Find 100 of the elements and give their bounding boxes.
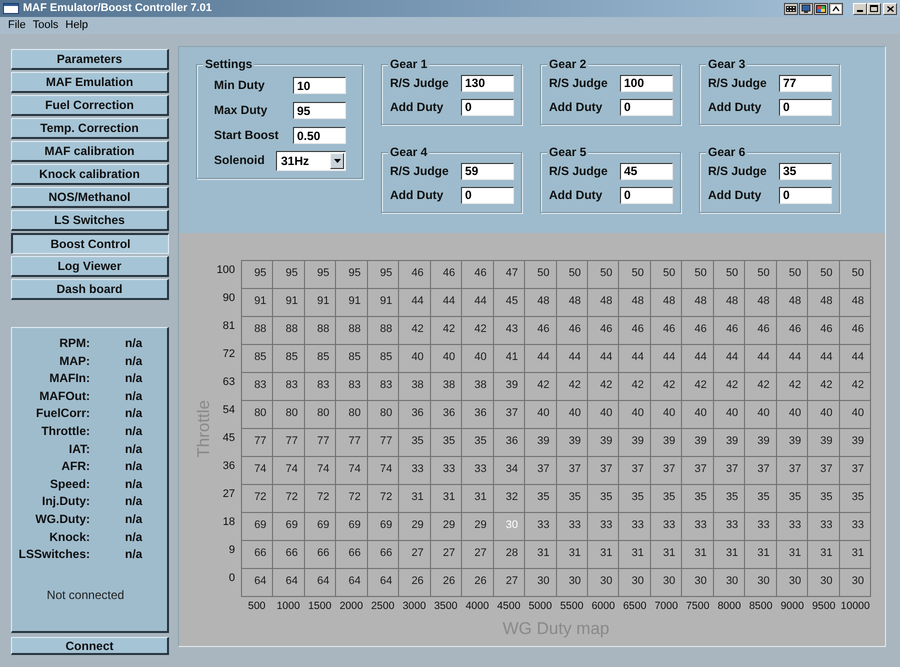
map-cell[interactable]: 40 xyxy=(714,401,746,429)
map-cell[interactable]: 33 xyxy=(650,513,682,541)
map-cell[interactable]: 44 xyxy=(399,289,431,317)
map-cell[interactable]: 37 xyxy=(840,457,871,485)
map-cell[interactable]: 42 xyxy=(682,373,714,401)
map-cell[interactable]: 31 xyxy=(840,541,871,569)
map-cell[interactable]: 72 xyxy=(336,485,368,513)
dropdown[interactable]: 31Hz xyxy=(276,150,346,170)
map-cell[interactable]: 31 xyxy=(399,485,431,513)
map-cell[interactable]: 30 xyxy=(745,569,777,597)
map-cell[interactable]: 35 xyxy=(714,485,746,513)
map-cell[interactable]: 64 xyxy=(336,569,368,597)
map-cell[interactable]: 83 xyxy=(273,373,305,401)
map-cell[interactable]: 31 xyxy=(776,541,808,569)
map-cell[interactable]: 83 xyxy=(368,373,400,401)
map-cell[interactable]: 30 xyxy=(808,569,840,597)
map-cell[interactable]: 39 xyxy=(808,429,840,457)
nav-button[interactable]: Boost Control xyxy=(11,233,169,254)
input-field[interactable]: 0.50 xyxy=(293,127,346,144)
map-cell[interactable]: 30 xyxy=(776,569,808,597)
map-cell[interactable]: 77 xyxy=(336,429,368,457)
map-cell[interactable]: 35 xyxy=(808,485,840,513)
map-cell[interactable]: 64 xyxy=(304,569,336,597)
map-cell[interactable]: 74 xyxy=(242,457,274,485)
map-cell[interactable]: 40 xyxy=(525,401,556,429)
map-cell[interactable]: 35 xyxy=(525,485,556,513)
map-cell[interactable]: 40 xyxy=(650,401,682,429)
map-cell[interactable]: 50 xyxy=(525,261,556,289)
map-cell[interactable]: 34 xyxy=(494,457,526,485)
map-cell[interactable]: 66 xyxy=(242,541,274,569)
map-cell[interactable]: 69 xyxy=(273,513,305,541)
map-cell[interactable]: 48 xyxy=(588,289,620,317)
map-cell[interactable]: 46 xyxy=(808,317,840,345)
map-cell[interactable]: 33 xyxy=(840,513,871,541)
map-cell[interactable]: 46 xyxy=(776,317,808,345)
map-cell[interactable]: 85 xyxy=(273,345,305,373)
map-cell[interactable]: 38 xyxy=(399,373,431,401)
nav-button[interactable]: Parameters xyxy=(11,49,169,70)
map-cell[interactable]: 33 xyxy=(808,513,840,541)
input-field[interactable]: 35 xyxy=(779,162,832,180)
map-cell[interactable]: 44 xyxy=(808,345,840,373)
map-cell[interactable]: 27 xyxy=(494,569,526,597)
map-cell[interactable]: 44 xyxy=(776,345,808,373)
nav-button[interactable]: Temp. Correction xyxy=(11,118,169,139)
map-cell[interactable]: 40 xyxy=(619,401,651,429)
input-field[interactable]: 10 xyxy=(293,77,346,94)
map-cell[interactable]: 66 xyxy=(368,541,400,569)
map-cell[interactable]: 88 xyxy=(304,317,336,345)
map-cell[interactable]: 69 xyxy=(336,513,368,541)
map-cell[interactable]: 40 xyxy=(682,401,714,429)
map-cell[interactable]: 44 xyxy=(619,345,651,373)
input-field[interactable]: 0 xyxy=(779,98,832,116)
nav-button[interactable]: LS Switches xyxy=(11,210,169,231)
map-cell[interactable]: 45 xyxy=(494,289,526,317)
map-cell[interactable]: 48 xyxy=(525,289,556,317)
map-cell[interactable]: 50 xyxy=(588,261,620,289)
map-cell[interactable]: 35 xyxy=(619,485,651,513)
map-cell[interactable]: 31 xyxy=(588,541,620,569)
map-cell[interactable]: 72 xyxy=(368,485,400,513)
map-cell[interactable]: 39 xyxy=(619,429,651,457)
nav-button[interactable]: Log Viewer xyxy=(11,256,169,277)
map-cell[interactable]: 44 xyxy=(430,289,462,317)
input-field[interactable]: 95 xyxy=(293,102,346,119)
map-cell[interactable]: 44 xyxy=(588,345,620,373)
map-cell[interactable]: 88 xyxy=(273,317,305,345)
menu-item[interactable]: Help xyxy=(65,19,88,32)
map-cell[interactable]: 50 xyxy=(840,261,871,289)
map-cell[interactable]: 42 xyxy=(556,373,588,401)
nav-button[interactable]: MAF Emulation xyxy=(11,72,169,93)
map-cell[interactable]: 38 xyxy=(430,373,462,401)
map-cell[interactable]: 37 xyxy=(682,457,714,485)
map-cell[interactable]: 74 xyxy=(368,457,400,485)
map-cell[interactable]: 42 xyxy=(399,317,431,345)
input-field[interactable]: 100 xyxy=(620,74,673,92)
map-cell[interactable]: 31 xyxy=(525,541,556,569)
map-cell[interactable]: 27 xyxy=(399,541,431,569)
map-cell[interactable]: 72 xyxy=(242,485,274,513)
map-cell[interactable]: 46 xyxy=(840,317,871,345)
map-cell[interactable]: 26 xyxy=(430,569,462,597)
map-cell[interactable]: 31 xyxy=(462,485,494,513)
map-cell[interactable]: 37 xyxy=(588,457,620,485)
map-cell[interactable]: 42 xyxy=(808,373,840,401)
map-cell[interactable]: 40 xyxy=(808,401,840,429)
map-cell[interactable]: 30 xyxy=(619,569,651,597)
map-cell[interactable]: 39 xyxy=(714,429,746,457)
map-cell[interactable]: 69 xyxy=(242,513,274,541)
map-cell[interactable]: 40 xyxy=(840,401,871,429)
map-cell[interactable]: 37 xyxy=(808,457,840,485)
map-cell[interactable]: 39 xyxy=(682,429,714,457)
map-cell[interactable]: 42 xyxy=(588,373,620,401)
map-cell[interactable]: 64 xyxy=(273,569,305,597)
map-cell[interactable]: 40 xyxy=(462,345,494,373)
map-cell[interactable]: 39 xyxy=(494,373,526,401)
map-cell[interactable]: 44 xyxy=(745,345,777,373)
map-cell[interactable]: 28 xyxy=(494,541,526,569)
map-cell[interactable]: 39 xyxy=(745,429,777,457)
map-cell[interactable]: 50 xyxy=(682,261,714,289)
map-cell[interactable]: 48 xyxy=(682,289,714,317)
map-cell[interactable]: 35 xyxy=(430,429,462,457)
map-cell[interactable]: 30 xyxy=(556,569,588,597)
